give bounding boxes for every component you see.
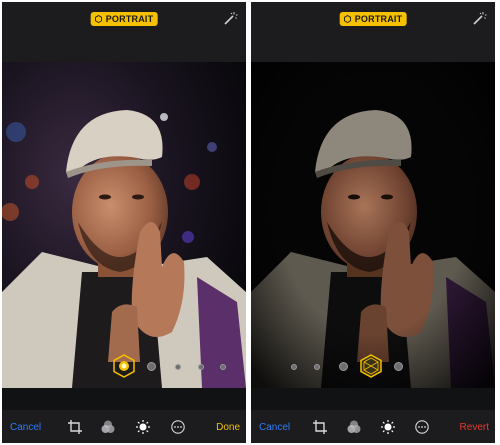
stage-light-mono-option[interactable] [394, 362, 403, 371]
portrait-badge-label: PORTRAIT [354, 14, 403, 24]
natural-light-option[interactable] [291, 364, 297, 370]
top-bar: ⬡ PORTRAIT [2, 2, 246, 62]
natural-light-icon[interactable] [113, 354, 135, 378]
top-bar: ⬡ PORTRAIT [251, 2, 495, 62]
more-icon[interactable] [171, 420, 185, 434]
contour-light-option[interactable] [175, 364, 181, 370]
magic-wand-icon[interactable] [471, 11, 487, 27]
filters-icon[interactable] [101, 420, 115, 434]
adjust-icon[interactable] [381, 420, 395, 434]
studio-light-option[interactable] [314, 364, 320, 370]
crop-icon[interactable] [68, 420, 82, 434]
portrait-badge[interactable]: ⬡ PORTRAIT [90, 12, 158, 26]
crop-icon[interactable] [313, 420, 327, 434]
magic-wand-icon[interactable] [222, 11, 238, 27]
cube-icon: ⬡ [94, 13, 103, 24]
studio-light-option[interactable] [147, 362, 156, 371]
editor-panel-original: ⬡ PORTRAIT Cancel Done [2, 2, 246, 443]
portrait-badge[interactable]: ⬡ PORTRAIT [339, 12, 407, 26]
lighting-selector[interactable] [251, 350, 495, 386]
adjust-icon[interactable] [136, 420, 150, 434]
portrait-badge-label: PORTRAIT [105, 14, 154, 24]
bottom-toolbar: Cancel Revert [251, 410, 495, 443]
stage-light-option[interactable] [198, 364, 204, 370]
portrait-photo [2, 62, 246, 388]
revert-button[interactable]: Revert [460, 422, 489, 433]
bottom-toolbar: Cancel Done [2, 410, 246, 443]
done-button[interactable]: Done [216, 422, 240, 433]
contour-light-option[interactable] [339, 362, 348, 371]
stage-light-mono-option[interactable] [220, 364, 226, 370]
editor-panel-stage-light: ⬡ PORTRAIT Cancel Revert [251, 2, 495, 443]
cancel-button[interactable]: Cancel [10, 422, 41, 433]
stage-light-icon[interactable] [360, 354, 382, 378]
lighting-selector[interactable] [2, 350, 246, 386]
filters-icon[interactable] [347, 420, 361, 434]
cube-icon: ⬡ [343, 13, 352, 24]
more-icon[interactable] [415, 420, 429, 434]
cancel-button[interactable]: Cancel [259, 422, 290, 433]
portrait-photo [251, 62, 495, 388]
